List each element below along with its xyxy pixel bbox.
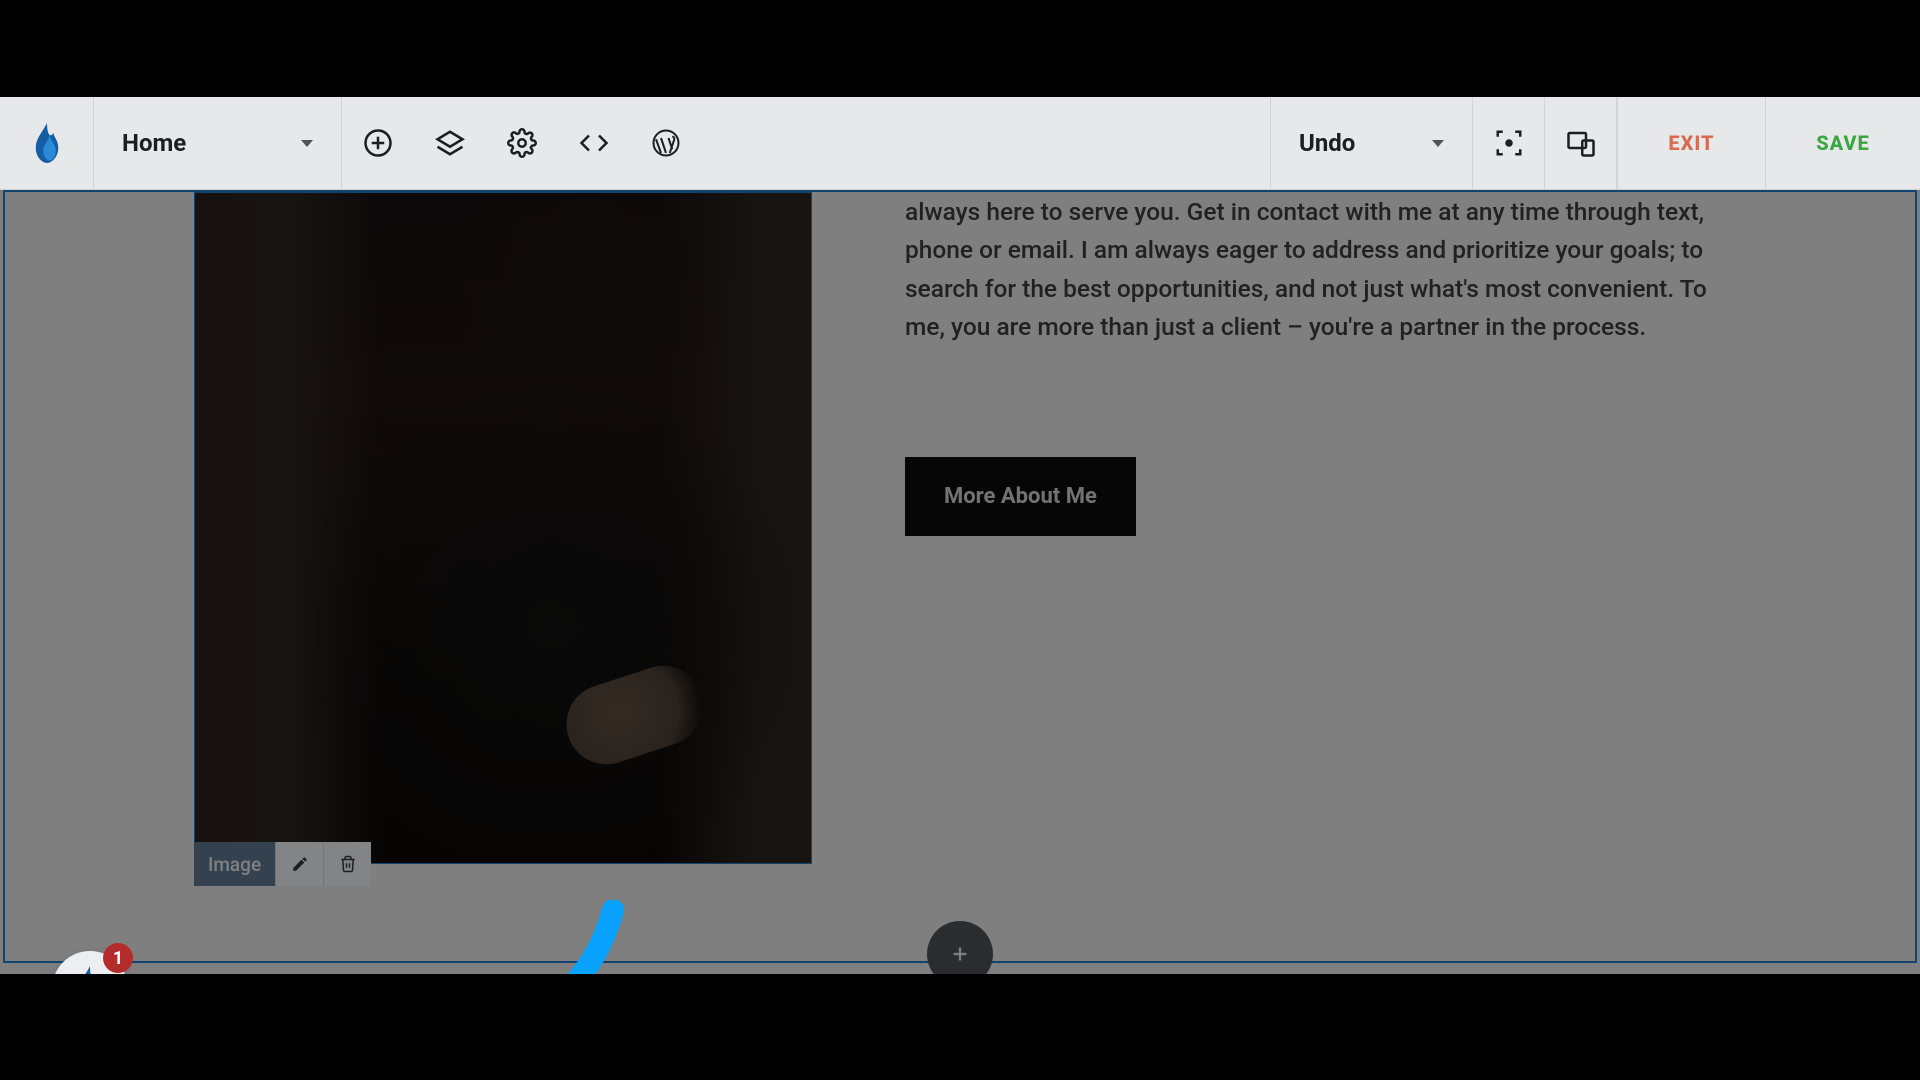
flame-icon — [32, 122, 62, 164]
page-selector-label: Home — [122, 129, 186, 157]
toolbar-spacer — [702, 97, 1270, 189]
page-selector[interactable]: Home — [94, 97, 342, 189]
save-label: SAVE — [1816, 131, 1870, 155]
responsive-icon — [1566, 128, 1596, 158]
cta-label: More About Me — [944, 484, 1097, 509]
portrait-image — [195, 193, 811, 863]
focus-icon — [1494, 128, 1524, 158]
chevron-down-icon — [301, 140, 313, 147]
save-button[interactable]: SAVE — [1765, 97, 1920, 189]
code-button[interactable] — [558, 97, 630, 189]
element-toolbar: Image — [194, 842, 371, 886]
delete-element-button[interactable] — [323, 842, 371, 886]
wordpress-button[interactable] — [630, 97, 702, 189]
exit-button[interactable]: EXIT — [1617, 97, 1765, 189]
add-section-button[interactable] — [927, 921, 993, 974]
pencil-icon — [291, 855, 309, 873]
toolbar-left-segment: Home — [0, 97, 702, 189]
letterbox-top — [0, 0, 1920, 97]
layers-button[interactable] — [414, 97, 486, 189]
undo-dropdown[interactable]: Undo — [1270, 97, 1473, 189]
undo-label: Undo — [1299, 129, 1355, 157]
exit-label: EXIT — [1668, 131, 1714, 155]
letterbox-bottom — [0, 974, 1920, 1080]
responsive-button[interactable] — [1545, 97, 1617, 189]
trash-icon — [339, 855, 357, 873]
layers-icon — [435, 128, 465, 158]
image-element[interactable] — [194, 192, 812, 864]
notification-count: 1 — [103, 943, 133, 973]
plus-icon — [949, 943, 971, 965]
selected-section[interactable]: Image always here to serve you. Get in c… — [3, 190, 1917, 963]
toolbar-right-segment: Undo EXIT SAVE — [1270, 97, 1920, 189]
add-element-button[interactable] — [342, 97, 414, 189]
more-about-me-button[interactable]: More About Me — [905, 457, 1136, 536]
code-icon — [579, 128, 609, 158]
editor-canvas[interactable]: Image always here to serve you. Get in c… — [0, 190, 1920, 974]
plus-circle-icon — [363, 128, 393, 158]
element-type-label[interactable]: Image — [194, 842, 275, 886]
app-logo[interactable] — [0, 97, 94, 189]
edit-element-button[interactable] — [275, 842, 323, 886]
editor-app: Home — [0, 97, 1920, 974]
focus-mode-button[interactable] — [1473, 97, 1545, 189]
chevron-down-icon — [1432, 140, 1444, 147]
wordpress-icon — [651, 128, 681, 158]
top-toolbar: Home — [0, 97, 1920, 190]
about-paragraph[interactable]: always here to serve you. Get in contact… — [905, 193, 1715, 347]
settings-button[interactable] — [486, 97, 558, 189]
gear-icon — [507, 128, 537, 158]
